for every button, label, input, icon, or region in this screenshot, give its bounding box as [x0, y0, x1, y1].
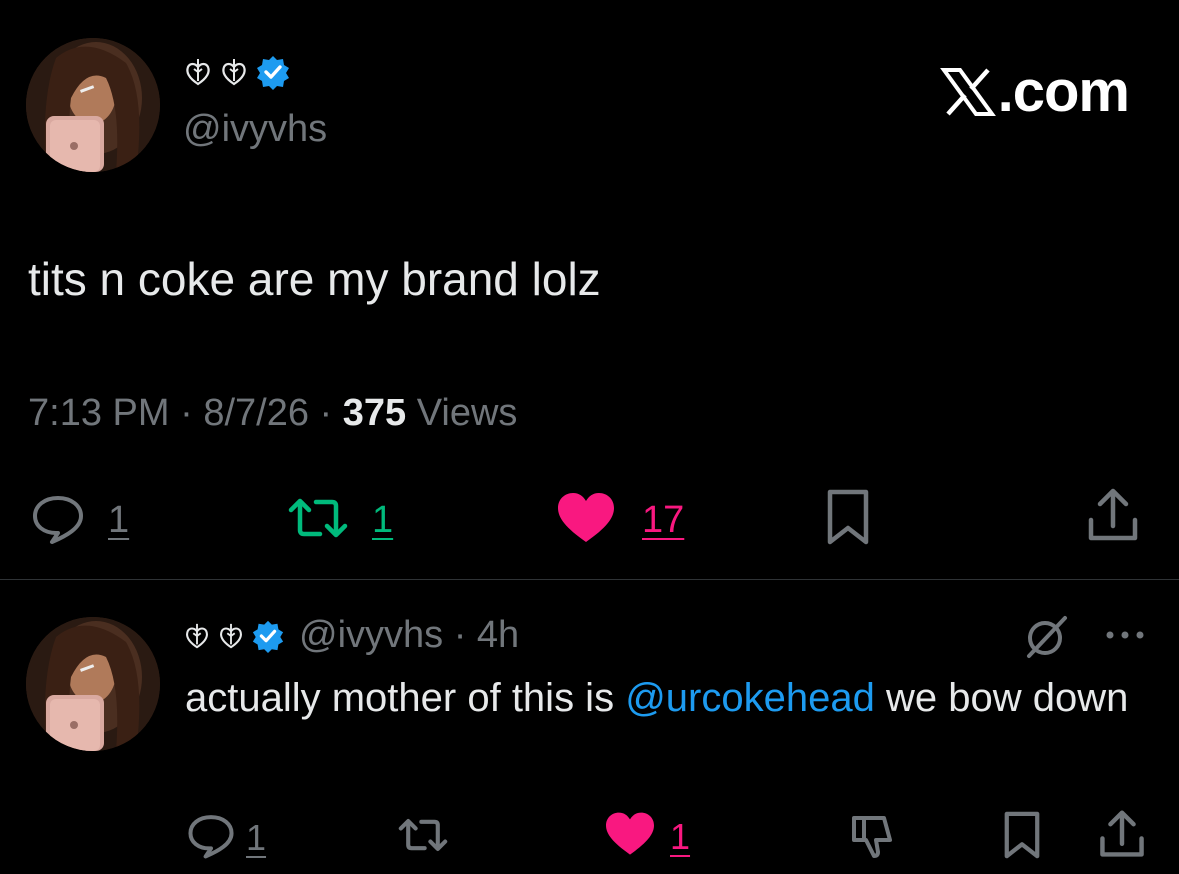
reply-share-button[interactable] — [1098, 808, 1146, 865]
more-icon — [1105, 629, 1145, 646]
speech-bubble-icon — [30, 490, 86, 551]
tweet-time[interactable]: 7:13 PM — [28, 392, 170, 434]
author-name[interactable] — [183, 54, 291, 90]
bookmark-button[interactable] — [822, 488, 874, 551]
dislike-button[interactable] — [848, 810, 898, 865]
heart-icon — [556, 490, 616, 551]
reply-like-count[interactable]: 1 — [670, 816, 690, 858]
seedling-hearts-icon — [217, 622, 245, 650]
retweet-icon — [286, 490, 350, 551]
author-avatar[interactable] — [26, 38, 160, 172]
bookmark-icon — [822, 488, 874, 551]
retweet-button[interactable]: 1 — [286, 490, 393, 551]
reply-text-before: actually mother of this is — [185, 676, 626, 720]
reply-header: @ivyvhs · 4h — [183, 614, 519, 657]
author-handle[interactable]: @ivyvhs — [183, 108, 327, 151]
seedling-hearts-icon — [219, 57, 249, 87]
retweet-icon — [396, 812, 450, 863]
more-button[interactable] — [1105, 628, 1145, 647]
meta-separator: · — [308, 392, 343, 434]
reply-button[interactable]: 1 — [30, 490, 129, 551]
share-icon — [1098, 808, 1146, 865]
reply-bookmark-button[interactable] — [1000, 810, 1044, 865]
verified-badge-icon — [255, 54, 291, 90]
thumbs-down-icon — [848, 810, 898, 865]
share-button[interactable] — [1086, 486, 1140, 549]
grok-button[interactable] — [1021, 612, 1071, 667]
reply-reply-count[interactable]: 1 — [246, 817, 266, 859]
mention-link[interactable]: @urcokehead — [625, 676, 875, 720]
views-label: Views — [406, 392, 518, 434]
heart-icon — [604, 810, 656, 863]
meta-separator: · — [169, 392, 204, 434]
reply-reply-button[interactable]: 1 — [186, 810, 266, 865]
reply-author-name[interactable] — [183, 619, 285, 653]
x-logo: .com — [939, 58, 1130, 125]
reply-count[interactable]: 1 — [108, 499, 129, 542]
reply-retweet-button[interactable] — [396, 812, 450, 863]
verified-badge-icon — [251, 619, 285, 653]
reply-text: actually mother of this is @urcokehead w… — [185, 672, 1145, 724]
reply-text-after: we bow down — [874, 676, 1129, 720]
reply-handle-time[interactable]: @ivyvhs · 4h — [299, 614, 519, 657]
x-logo-icon — [939, 64, 996, 120]
like-count[interactable]: 17 — [642, 499, 684, 542]
reply-like-button[interactable]: 1 — [604, 810, 690, 863]
tweet-meta: 7:13 PM · 8/7/26 · 375 Views — [28, 392, 517, 435]
like-button[interactable]: 17 — [556, 490, 684, 551]
share-icon — [1086, 486, 1140, 549]
views-count[interactable]: 375 — [343, 392, 406, 434]
reply-author-avatar[interactable] — [26, 617, 160, 751]
bookmark-icon — [1000, 810, 1044, 865]
tweet-text: tits n coke are my brand lolz — [28, 253, 601, 305]
seedling-hearts-icon — [183, 622, 211, 650]
speech-bubble-icon — [186, 810, 236, 865]
x-logo-text: .com — [997, 59, 1130, 124]
grok-icon — [1021, 616, 1071, 666]
tweet-date[interactable]: 8/7/26 — [203, 392, 309, 434]
retweet-count[interactable]: 1 — [372, 499, 393, 542]
divider — [0, 579, 1179, 580]
seedling-hearts-icon — [183, 57, 213, 87]
